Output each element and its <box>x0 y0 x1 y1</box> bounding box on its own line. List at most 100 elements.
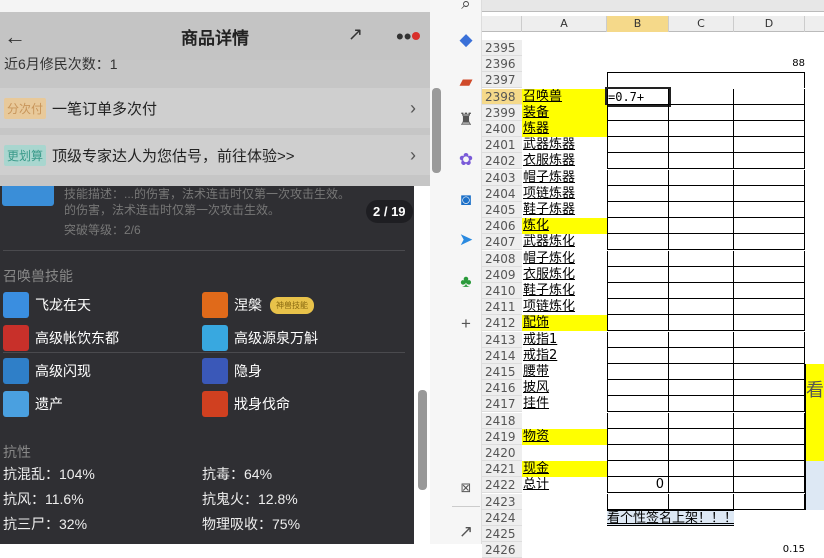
cell-B[interactable] <box>607 72 669 89</box>
cell-C[interactable] <box>669 315 734 332</box>
cell-A[interactable]: 召唤兽 <box>522 88 607 105</box>
spreadsheet[interactable]: ABCD 2395 2396 88 2397 2398 召唤兽 =0.7+ 2399 装备 240… <box>482 0 824 558</box>
row-header[interactable]: 2423 <box>482 493 522 510</box>
cell-C[interactable] <box>669 364 734 380</box>
cell-B[interactable] <box>607 234 669 251</box>
row-header[interactable]: 2415 <box>482 364 522 380</box>
cell-C[interactable] <box>669 299 734 316</box>
cell-A[interactable] <box>522 40 607 56</box>
cell-B[interactable] <box>607 493 669 510</box>
row-header[interactable]: 2410 <box>482 283 522 299</box>
cell-C[interactable] <box>669 121 734 137</box>
outlook-icon[interactable]: ◙ <box>456 190 476 210</box>
cell-C[interactable] <box>669 104 734 121</box>
cell-A[interactable] <box>522 72 607 88</box>
cell-D[interactable] <box>734 202 805 218</box>
cell-C[interactable] <box>669 445 734 461</box>
cell-BC-merged[interactable]: 看个性签名上架！！！ <box>607 509 734 526</box>
skill-item[interactable]: 隐身 <box>202 358 262 384</box>
cell-B[interactable] <box>607 396 669 413</box>
cell-D[interactable] <box>734 40 805 56</box>
row-header[interactable]: 2419 <box>482 428 522 445</box>
appraisal-row[interactable]: 更划算 顶级专家达人为您估号，前往体验>> › <box>0 135 430 175</box>
cell-A[interactable]: 武器炼化 <box>522 234 607 250</box>
send-icon[interactable]: ➤ <box>456 230 476 250</box>
column-header-C[interactable]: C <box>669 16 734 32</box>
row-header[interactable]: 2396 <box>482 56 522 73</box>
cell-D[interactable] <box>734 185 805 202</box>
cell-C[interactable] <box>669 380 734 397</box>
cell-C[interactable] <box>669 347 734 364</box>
skill-item[interactable]: 高级闪现 <box>3 358 91 384</box>
phone-scrollbar-track[interactable] <box>414 186 430 544</box>
cell-A[interactable]: 鞋子炼化 <box>522 283 607 299</box>
cell-D[interactable] <box>734 331 805 348</box>
cell-D[interactable] <box>734 315 805 332</box>
cell-C[interactable] <box>669 88 734 105</box>
cell-C[interactable] <box>669 185 734 202</box>
add-icon[interactable]: + <box>456 314 476 334</box>
cell-D[interactable] <box>734 461 805 478</box>
cell-B[interactable] <box>607 445 669 461</box>
cell-A[interactable]: 戒指1 <box>522 332 607 348</box>
skill-item[interactable]: 高级帐饮东都 <box>3 325 119 351</box>
copilot-icon[interactable]: ✿ <box>456 150 476 170</box>
row-header[interactable]: 2398 <box>482 88 522 105</box>
cell-C[interactable] <box>669 40 734 56</box>
row-header[interactable]: 2420 <box>482 445 522 461</box>
column-header-E[interactable] <box>805 16 824 32</box>
cell-C[interactable] <box>669 526 734 542</box>
cell-D[interactable] <box>734 250 805 267</box>
cell-C[interactable] <box>669 202 734 218</box>
row-header[interactable]: 2417 <box>482 396 522 413</box>
row-header[interactable]: 2395 <box>482 40 522 56</box>
row-header[interactable]: 2400 <box>482 121 522 137</box>
cell-B[interactable] <box>607 218 669 235</box>
cell-A[interactable]: 挂件 <box>522 396 607 412</box>
cell-D[interactable] <box>734 396 805 413</box>
cell-A[interactable]: 炼器 <box>522 121 607 137</box>
cell-D[interactable] <box>734 283 805 299</box>
cell-D[interactable] <box>734 299 805 316</box>
cell-A[interactable]: 披风 <box>522 380 607 396</box>
cell-B[interactable] <box>607 137 669 154</box>
cell-B[interactable]: 0 <box>607 477 669 494</box>
sidebar-scrollbar-thumb[interactable] <box>432 88 441 173</box>
cell-B[interactable] <box>607 56 669 72</box>
cell-A[interactable]: 鞋子炼器 <box>522 202 607 218</box>
cell-C[interactable] <box>669 153 734 170</box>
installment-row[interactable]: 分次付 一笔订单多次付 › <box>0 88 430 128</box>
cell-A[interactable]: 现金 <box>522 461 607 478</box>
cell-A[interactable]: 总计 <box>522 477 607 493</box>
column-header-D[interactable]: D <box>734 16 805 32</box>
cell-D[interactable] <box>734 88 805 105</box>
cell-D[interactable] <box>734 72 805 89</box>
cell-B[interactable] <box>607 364 669 380</box>
cell-D[interactable] <box>734 477 805 494</box>
cell-D[interactable] <box>734 412 805 429</box>
cell-A[interactable]: 衣服炼化 <box>522 267 607 283</box>
cell-A[interactable]: 装备 <box>522 104 607 121</box>
cell-B[interactable] <box>607 412 669 429</box>
cell-D[interactable] <box>734 526 805 542</box>
row-header[interactable]: 2412 <box>482 315 522 332</box>
cell-D[interactable] <box>734 137 805 154</box>
cell-A[interactable]: 武器炼器 <box>522 137 607 153</box>
cell-A[interactable] <box>522 56 607 72</box>
cell-A[interactable]: 项链炼化 <box>522 299 607 315</box>
cell-C[interactable] <box>669 266 734 283</box>
cell-A[interactable]: 物资 <box>522 428 607 445</box>
cell-D[interactable] <box>734 153 805 170</box>
cell-C[interactable] <box>669 250 734 267</box>
cell-B[interactable] <box>607 299 669 316</box>
cell-D[interactable]: 88 <box>734 56 805 72</box>
select-all-corner[interactable] <box>482 16 522 32</box>
cell-D[interactable] <box>734 104 805 121</box>
cell-D[interactable] <box>734 428 805 445</box>
cell-B[interactable] <box>607 526 669 542</box>
row-header[interactable]: 2404 <box>482 185 522 202</box>
cell-A[interactable]: 配饰 <box>522 315 607 332</box>
cell-C[interactable] <box>669 169 734 186</box>
tag-icon[interactable]: ◆ <box>456 30 476 50</box>
cell-D[interactable] <box>734 364 805 380</box>
